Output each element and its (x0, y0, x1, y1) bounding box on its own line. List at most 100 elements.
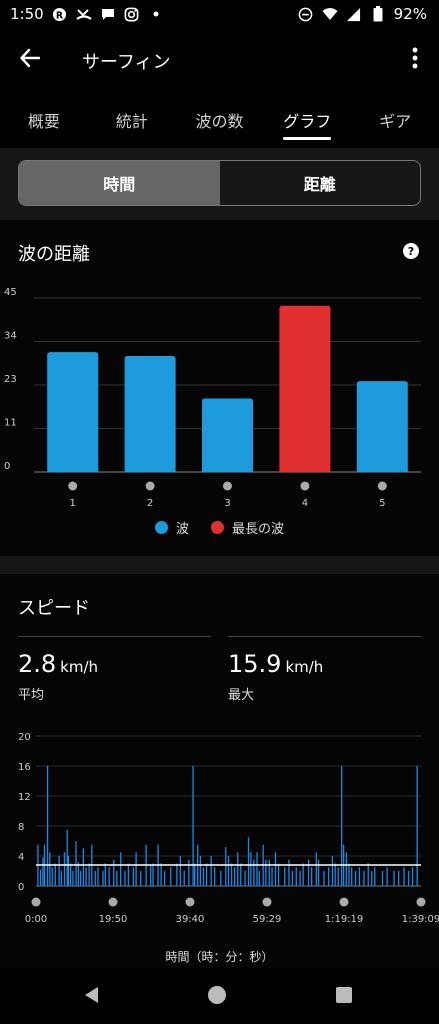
wifi-icon (322, 6, 338, 22)
wave-distance-card: 波の距離 ? 0 11 23 34 45 1 2 3 4 5 波 最長の波 (0, 220, 439, 556)
tab-stats[interactable]: 統計 (88, 92, 176, 148)
nav-recents-icon (335, 986, 353, 1008)
tab-graph[interactable]: グラフ (263, 92, 351, 148)
x-tick-dot (377, 481, 387, 491)
nav-back-button[interactable] (80, 986, 102, 1008)
nav-back-icon (82, 985, 100, 1009)
x-tick-label: 1:39:09 (402, 914, 439, 925)
max-speed-unit: km/h (285, 658, 324, 676)
avg-speed: 2.8 km/h (18, 650, 98, 678)
max-divider (228, 636, 421, 637)
instagram-icon (124, 6, 140, 22)
chart-legend: 波 最長の波 (0, 518, 439, 537)
legend-label-wave: 波 (175, 522, 189, 537)
x-tick-dot (31, 897, 41, 907)
x-tick-label: 2 (147, 498, 153, 509)
legend-label-longest-wave: 最長の波 (232, 522, 285, 537)
avg-speed-label: 平均 (18, 688, 45, 703)
more-vert-icon (412, 47, 418, 73)
segmented-control: 時間 距離 (18, 160, 421, 206)
tab-overview[interactable]: 概要 (0, 92, 88, 148)
y-tick-label: 12 (18, 792, 31, 803)
bar (124, 356, 176, 472)
system-nav-bar (0, 968, 439, 1024)
signal-icon (346, 6, 362, 22)
y-tick-label: 0 (18, 882, 24, 893)
chat-icon (100, 6, 116, 22)
speed-x-axis-label: 時間（時：分：秒） (165, 950, 274, 964)
legend-item-wave: 波 (154, 518, 189, 537)
y-tick-label: 45 (4, 287, 17, 298)
y-tick-label: 34 (4, 331, 17, 342)
max-speed: 15.9 km/h (228, 650, 323, 678)
dnd-icon (298, 6, 314, 22)
x-tick-dot (108, 897, 118, 907)
y-tick-label: 8 (18, 822, 24, 833)
tab-bar: 概要 統計 波の数 グラフ ギア (0, 92, 439, 148)
bar (279, 305, 331, 472)
svg-text:R: R (56, 10, 64, 21)
nav-home-button[interactable] (206, 986, 228, 1008)
bar (356, 381, 408, 472)
y-tick-label: 11 (4, 418, 17, 429)
x-tick-dot (145, 481, 155, 491)
tab-gear[interactable]: ギア (351, 92, 439, 148)
x-tick-dot (185, 897, 195, 907)
x-tick-label: 19:50 (99, 914, 128, 925)
speed-card: スピード 2.8 km/h 平均 15.9 km/h 最大 0 4 8 12 16 20 0:0… (0, 574, 439, 968)
legend-dot-longest-wave (211, 521, 224, 534)
y-tick-label: 0 (4, 461, 10, 472)
battery-percent: 92% (393, 5, 427, 23)
x-tick-label: 5 (379, 498, 385, 509)
status-left: 1:50 R (10, 5, 164, 23)
x-tick-label: 59:29 (253, 914, 282, 925)
x-tick-label: 0:00 (25, 914, 47, 925)
speed-title: スピード (18, 598, 90, 619)
avg-speed-unit: km/h (60, 658, 99, 676)
segment-time-button[interactable]: 時間 (19, 161, 220, 205)
nav-home-icon (207, 985, 227, 1009)
missed-call-icon (76, 6, 92, 22)
x-tick-label: 3 (224, 498, 230, 509)
y-tick-label: 23 (4, 374, 17, 385)
avg-divider (18, 636, 211, 637)
x-tick-dot (339, 897, 349, 907)
speed-chart: 0 4 8 12 16 20 0:00 19:50 39:40 59:29 1:19:19 1:39:… (18, 732, 439, 925)
section-divider (0, 556, 439, 574)
x-tick-label: 39:40 (176, 914, 205, 925)
app-bar: サーフィン (0, 28, 439, 92)
tab-wave-count[interactable]: 波の数 (176, 92, 264, 148)
segment-distance-button[interactable]: 距離 (220, 161, 421, 205)
x-tick-label: 4 (302, 498, 308, 509)
y-tick-label: 16 (18, 762, 31, 773)
bar (47, 352, 99, 472)
legend-item-longest-wave: 最長の波 (211, 518, 284, 537)
battery-icon (370, 6, 386, 22)
legend-dot-wave (154, 521, 168, 534)
max-speed-label: 最大 (228, 688, 255, 703)
avg-speed-value: 2.8 (18, 650, 57, 678)
wave-distance-chart: 0112334451 2 3 4 5 (4, 287, 421, 509)
back-button[interactable] (14, 44, 46, 76)
x-tick-label: 1:19:19 (325, 914, 364, 925)
x-tick-dot (223, 481, 232, 491)
arrow-left-icon (19, 47, 41, 73)
nav-recents-button[interactable] (333, 986, 355, 1008)
segment-section: 時間 距離 (0, 148, 439, 220)
more-options-button[interactable] (403, 44, 427, 76)
max-speed-value: 15.9 (228, 650, 282, 678)
x-tick-dot (416, 897, 426, 907)
x-tick-label: 1 (70, 498, 76, 509)
status-time: 1:50 (10, 5, 44, 23)
status-bar: 1:50 R 92% (0, 0, 439, 28)
y-tick-label: 20 (18, 732, 31, 743)
x-tick-dot (68, 481, 78, 491)
page-title: サーフィン (82, 52, 171, 73)
r-badge-icon: R (52, 6, 68, 22)
bar (202, 398, 253, 472)
y-tick-label: 4 (18, 852, 24, 863)
status-right: 92% (298, 5, 427, 23)
x-tick-dot (300, 481, 310, 491)
dot-icon (148, 6, 164, 22)
x-tick-dot (262, 897, 272, 907)
